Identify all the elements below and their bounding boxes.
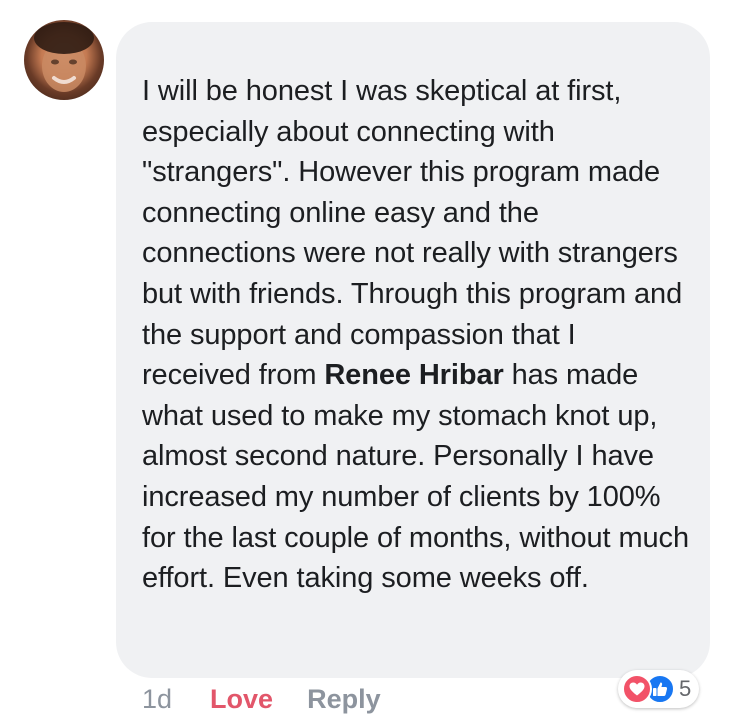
reactions-summary[interactable]: 5 (618, 670, 700, 708)
timestamp[interactable]: 1d (142, 684, 172, 715)
comment: I will be honest I was skeptical at firs… (0, 0, 750, 723)
mention-link[interactable]: Renee Hribar (324, 359, 503, 391)
comment-actions: 1d Love Reply (142, 681, 381, 717)
love-button[interactable]: Love (210, 684, 273, 715)
comment-text-part-2: has made what used to make my stomach kn… (142, 359, 689, 595)
comment-bubble: I will be honest I was skeptical at firs… (116, 22, 710, 678)
avatar[interactable] (24, 20, 104, 100)
reply-button[interactable]: Reply (307, 684, 381, 715)
avatar-image (34, 22, 94, 92)
reaction-count: 5 (679, 676, 692, 701)
comment-text: I will be honest I was skeptical at firs… (142, 71, 690, 599)
comment-text-part-1: I will be honest I was skeptical at firs… (142, 75, 683, 392)
love-reaction-icon (622, 674, 652, 704)
